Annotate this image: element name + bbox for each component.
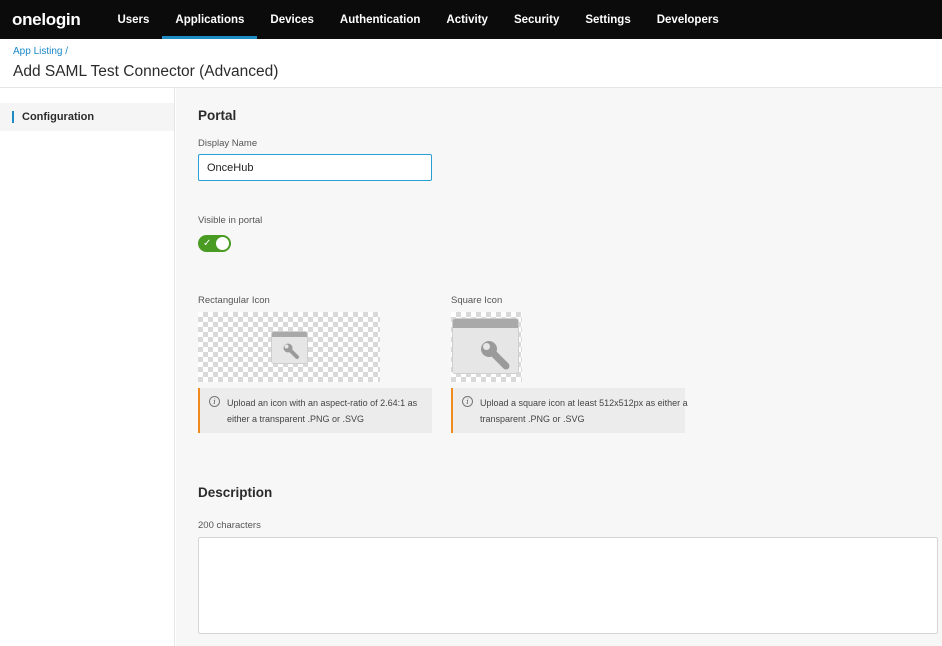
square-icon-notice-text: Upload a square icon at least 512x512px … (480, 398, 688, 424)
toggle-knob (216, 237, 229, 250)
sidebar-item-label: Configuration (22, 111, 95, 123)
description-char-limit-label: 200 characters (198, 520, 261, 531)
nav-authentication[interactable]: Authentication (327, 0, 434, 39)
placeholder-window-icon (271, 331, 308, 364)
square-icon-dropzone[interactable] (451, 312, 522, 382)
visible-in-portal-label: Visible in portal (198, 215, 263, 226)
wrench-icon (283, 343, 299, 359)
info-icon: i (462, 396, 473, 407)
breadcrumb: App Listing / (13, 46, 68, 57)
sidebar: Configuration (0, 88, 175, 646)
visible-in-portal-toggle[interactable]: ✓ (198, 235, 231, 252)
wrench-icon (481, 341, 510, 370)
nav-developers-label: Developers (656, 13, 719, 26)
main-content: Portal Display Name Visible in portal ✓ … (176, 88, 942, 646)
page-header: App Listing / Add SAML Test Connector (A… (0, 39, 942, 88)
display-name-label: Display Name (198, 138, 258, 149)
nav-authentication-label: Authentication (339, 13, 421, 26)
top-nav: onelogin Users Applications Devices Auth… (0, 0, 942, 39)
breadcrumb-app-listing-link[interactable]: App Listing (13, 46, 62, 57)
nav-activity-label: Activity (446, 13, 488, 26)
nav-settings-label: Settings (585, 13, 631, 26)
placeholder-window-icon (452, 318, 519, 374)
description-heading: Description (198, 485, 273, 500)
nav-developers[interactable]: Developers (644, 0, 732, 39)
onelogin-logo[interactable]: onelogin (12, 10, 81, 30)
nav-applications-label: Applications (175, 13, 245, 26)
nav-devices-label: Devices (270, 13, 314, 26)
square-icon-label: Square Icon (451, 295, 503, 306)
nav-users[interactable]: Users (104, 0, 162, 39)
rectangular-icon-notice-text: Upload an icon with an aspect-ratio of 2… (227, 398, 418, 424)
rectangular-icon-notice: i Upload an icon with an aspect-ratio of… (198, 388, 432, 433)
nav-activity[interactable]: Activity (433, 0, 501, 39)
breadcrumb-separator: / (62, 46, 69, 57)
sidebar-item-configuration[interactable]: Configuration (0, 103, 174, 131)
nav-devices[interactable]: Devices (257, 0, 326, 39)
active-indicator (12, 111, 14, 123)
rectangular-icon-label: Rectangular Icon (198, 295, 270, 306)
nav-users-label: Users (117, 13, 150, 26)
display-name-input[interactable] (198, 154, 432, 181)
page-title: Add SAML Test Connector (Advanced) (13, 63, 279, 80)
nav-security-label: Security (513, 13, 560, 26)
rectangular-icon-dropzone[interactable] (198, 312, 380, 382)
check-icon: ✓ (203, 238, 212, 249)
square-icon-notice: i Upload a square icon at least 512x512p… (451, 388, 688, 433)
info-icon: i (209, 396, 220, 407)
portal-heading: Portal (198, 108, 237, 123)
nav-applications[interactable]: Applications (162, 0, 258, 39)
description-textarea[interactable] (198, 537, 938, 634)
nav-security[interactable]: Security (501, 0, 572, 39)
nav-settings[interactable]: Settings (572, 0, 643, 39)
